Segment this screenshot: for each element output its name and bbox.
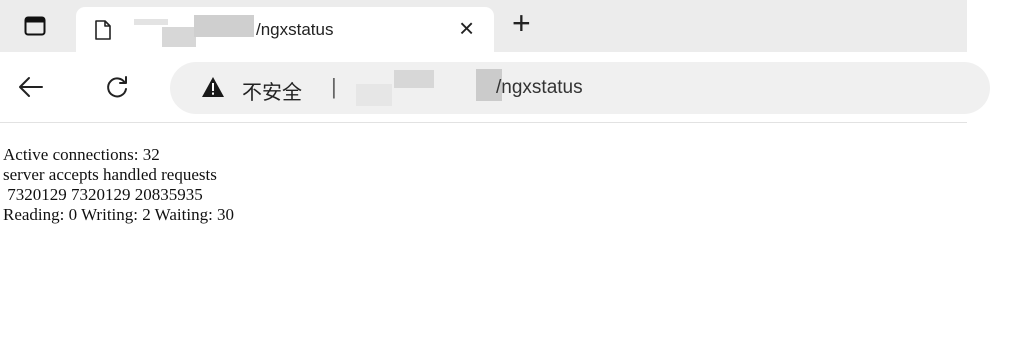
refresh-icon[interactable] [104, 74, 130, 100]
browser-toolbar: 不安全 | /ngxstatus [0, 52, 990, 123]
redacted-url-block [394, 70, 434, 88]
tab-actions-icon [24, 16, 46, 36]
address-bar[interactable]: 不安全 | /ngxstatus [170, 62, 990, 114]
status-line: 7320129 7320129 20835935 [3, 185, 203, 204]
tab-title: /ngxstatus [256, 20, 334, 39]
status-line: Reading: 0 Writing: 2 Waiting: 30 [3, 205, 235, 224]
tab-close-button[interactable]: × [459, 15, 474, 41]
warning-icon[interactable] [201, 76, 225, 98]
redacted-host-block [134, 19, 168, 25]
tab-actions-button[interactable] [0, 4, 70, 48]
active-tab[interactable]: /ngxstatus × [76, 7, 494, 52]
url-separator: | [331, 74, 337, 99]
redacted-url-block [356, 84, 392, 106]
new-tab-button[interactable]: + [512, 7, 531, 39]
status-line: server accepts handled requests [3, 165, 217, 184]
page-body: Active connections: 32 server accepts ha… [3, 145, 234, 225]
back-arrow-icon[interactable] [18, 76, 44, 98]
page-icon [95, 20, 111, 40]
security-label[interactable]: 不安全 [242, 76, 302, 105]
tab-strip: /ngxstatus × + [0, 0, 967, 52]
redacted-host-block [194, 15, 254, 37]
url-path: /ngxstatus [496, 77, 583, 98]
status-line: Active connections: 32 [3, 145, 160, 164]
redacted-host-block [162, 27, 196, 47]
